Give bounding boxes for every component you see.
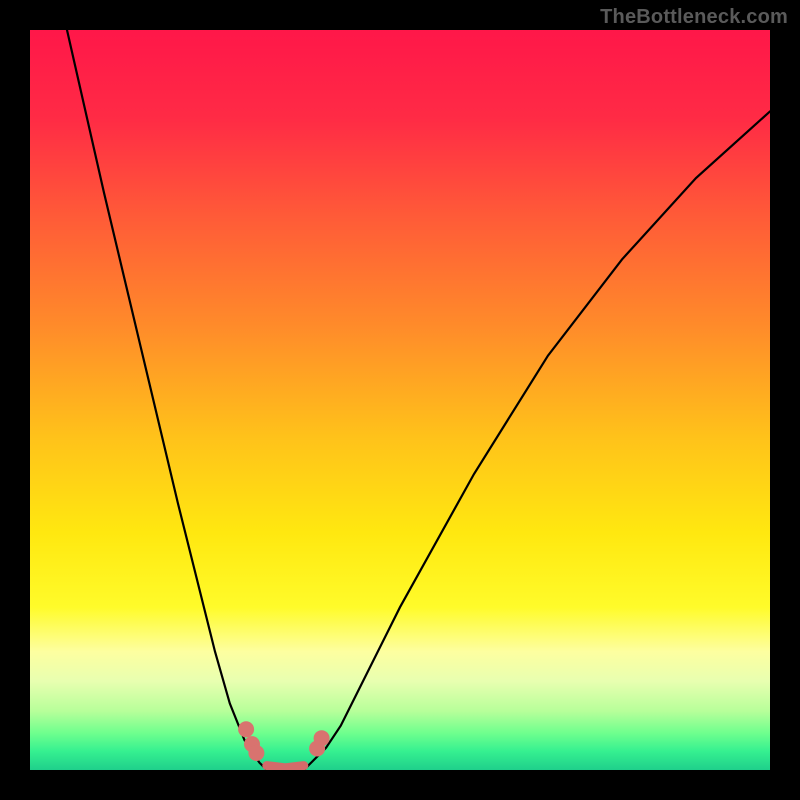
- marker-dot: [314, 730, 330, 746]
- curve-flat-min: [267, 766, 304, 768]
- gradient-background: [30, 30, 770, 770]
- marker-dot: [238, 721, 254, 737]
- plot-svg: [30, 30, 770, 770]
- plot-area: [30, 30, 770, 770]
- chart-frame: TheBottleneck.com: [0, 0, 800, 800]
- marker-dot: [248, 745, 264, 761]
- source-label: TheBottleneck.com: [600, 6, 788, 29]
